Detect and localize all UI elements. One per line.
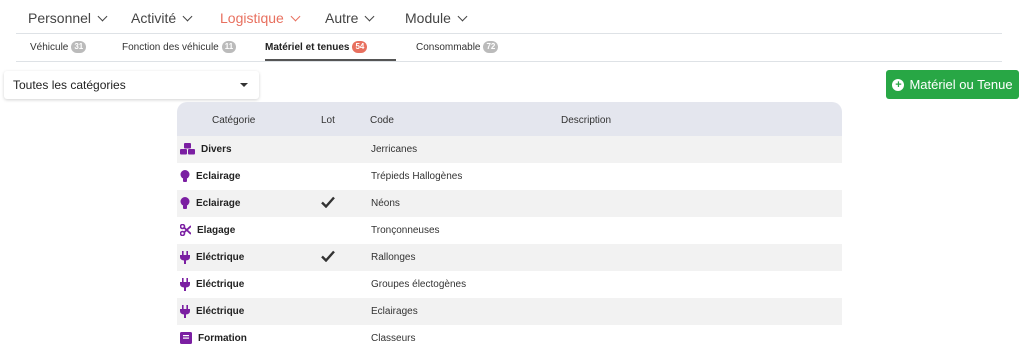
table-body: Divers Jerricanes Eclairage Trépieds Hallog…: [177, 136, 842, 352]
table-header: Catégorie Lot Code Description: [177, 102, 842, 136]
tab-consommable[interactable]: Consommable 72: [416, 41, 499, 53]
plus-circle-icon: +: [892, 78, 905, 91]
tab-label: Consommable: [416, 41, 481, 53]
table-row[interactable]: Eléctrique Eclairages: [177, 298, 842, 325]
chevron-down-icon: [457, 11, 468, 21]
nav-personnel[interactable]: Personnel: [28, 10, 108, 26]
nav-label: Personnel: [28, 10, 92, 26]
tab-materiel-tenues[interactable]: Matériel et tenues 54: [265, 41, 368, 53]
cubes-icon: [180, 143, 198, 155]
check-icon: [321, 196, 335, 211]
caret-down-icon: [240, 83, 248, 87]
code-cell: Néons: [371, 198, 400, 209]
category-cell: Eléctrique: [180, 251, 244, 264]
add-material-button[interactable]: + Matériel ou Tenue: [886, 70, 1019, 99]
table-row[interactable]: Eclairage Trépieds Hallogènes: [177, 163, 842, 190]
select-value: Toutes les catégories: [13, 78, 126, 92]
table-row[interactable]: Eléctrique Rallonges: [177, 244, 842, 271]
table-row[interactable]: Eclairage Néons: [177, 190, 842, 217]
code-cell: Rallonges: [371, 252, 416, 263]
table-row[interactable]: Elagage Tronçonneuses: [177, 217, 842, 244]
materials-table: Catégorie Lot Code Description Divers Jer…: [177, 102, 842, 352]
category-label: Eléctrique: [196, 306, 245, 317]
code-cell: Classeurs: [371, 333, 416, 344]
category-cell: Eléctrique: [180, 278, 244, 291]
count-badge: 11: [221, 41, 237, 53]
active-tab-indicator: [265, 59, 396, 61]
table-row[interactable]: Eléctrique Groupes électogènes: [177, 271, 842, 298]
code-cell: Tronçonneuses: [371, 225, 440, 236]
nav-label: Module: [405, 10, 451, 26]
category-label: Eclairage: [196, 198, 241, 209]
chevron-down-icon: [97, 11, 108, 21]
top-navigation: Personnel Activité Logistique Autre Modu…: [16, 0, 1002, 34]
category-label: Eléctrique: [196, 252, 245, 263]
code-cell: Jerricanes: [371, 144, 418, 155]
category-cell: Formation: [180, 332, 247, 344]
category-cell: Eléctrique: [180, 305, 244, 318]
category-cell: Eclairage: [180, 197, 240, 210]
chevron-down-icon: [365, 11, 375, 21]
category-cell: Elagage: [180, 224, 235, 236]
header-category[interactable]: Catégorie: [212, 115, 255, 126]
tab-label: Véhicule: [30, 41, 69, 53]
nav-logistique[interactable]: Logistique: [220, 10, 301, 26]
chevron-down-icon: [182, 11, 193, 21]
table-row[interactable]: Divers Jerricanes: [177, 136, 842, 163]
check-icon: [321, 250, 335, 265]
lightbulb-icon: [180, 170, 193, 183]
category-cell: Eclairage: [180, 170, 240, 183]
chevron-down-icon: [290, 11, 301, 21]
plug-icon: [180, 278, 193, 291]
count-badge: 31: [71, 41, 87, 53]
category-label: Eléctrique: [196, 279, 245, 290]
header-code[interactable]: Code: [370, 115, 394, 126]
code-cell: Eclairages: [371, 306, 418, 317]
plug-icon: [180, 251, 193, 264]
header-lot[interactable]: Lot: [321, 115, 335, 126]
category-label: Eclairage: [196, 171, 241, 182]
tab-fonction-vehicule[interactable]: Fonction des véhicule 11: [122, 41, 237, 53]
tab-vehicule[interactable]: Véhicule 31: [30, 41, 87, 53]
plug-icon: [180, 305, 193, 318]
code-cell: Groupes électogènes: [371, 279, 467, 290]
nav-label: Autre: [325, 10, 359, 26]
category-label: Formation: [198, 332, 247, 344]
count-badge: 72: [483, 41, 499, 53]
header-description[interactable]: Description: [561, 115, 611, 126]
sub-tabs: Véhicule 31 Fonction des véhicule 11 Matér…: [16, 33, 1002, 62]
tab-label: Fonction des véhicule: [122, 41, 219, 53]
table-row[interactable]: Formation Classeurs: [177, 325, 842, 352]
add-button-label: Matériel ou Tenue: [909, 77, 1013, 92]
category-label: Elagage: [197, 224, 236, 236]
tab-label: Matériel et tenues: [265, 41, 350, 53]
code-cell: Trépieds Hallogènes: [371, 171, 463, 182]
category-cell: Divers: [180, 143, 232, 155]
nav-module[interactable]: Module: [405, 10, 468, 26]
nav-label: Activité: [131, 10, 177, 26]
scissors-icon: [180, 224, 194, 236]
nav-label: Logistique: [220, 10, 284, 26]
nav-autre[interactable]: Autre: [325, 10, 375, 26]
nav-activite[interactable]: Activité: [131, 10, 193, 26]
category-filter-select[interactable]: Toutes les catégories: [4, 71, 259, 99]
lightbulb-icon: [180, 197, 193, 210]
category-label: Divers: [201, 143, 232, 155]
count-badge: 54: [352, 41, 368, 53]
book-icon: [180, 332, 195, 344]
